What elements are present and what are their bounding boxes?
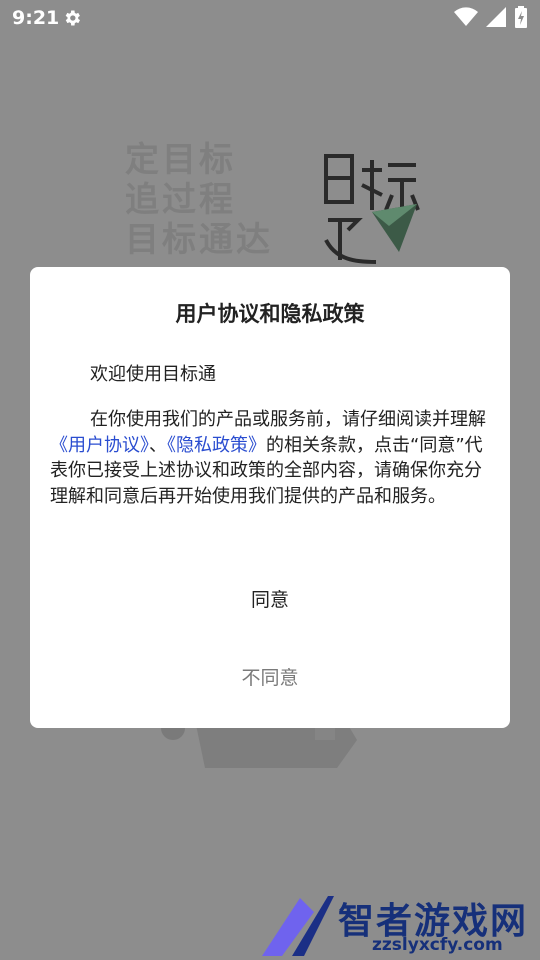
separator-text: 、	[149, 434, 167, 456]
agree-button[interactable]: 同意	[30, 575, 510, 625]
welcome-text: 欢迎使用目标通	[90, 364, 216, 385]
gear-icon	[65, 10, 80, 26]
dialog-title: 用户协议和隐私政策	[175, 302, 365, 326]
dialog-body: 在你使用我们的产品或服务前，请仔细阅读并理解《用户协议》、《隐私政策》的相关条款…	[50, 407, 492, 509]
user-agreement-link[interactable]: 《用户协议》	[50, 435, 149, 456]
app-logo	[324, 154, 420, 264]
splash-slogan: 定目标 追过程 目标通达	[125, 140, 273, 260]
body-text: 在你使用我们的产品或服务前，请仔细阅读并理解	[90, 409, 486, 430]
slogan-line: 目标通达	[125, 220, 273, 260]
disagree-button[interactable]: 不同意	[30, 653, 510, 703]
consent-dialog: 用户协议和隐私政策 欢迎使用目标通 在你使用我们的产品或服务前，请仔细阅读并理解…	[30, 267, 510, 728]
privacy-policy-link[interactable]: 《隐私政策》	[167, 435, 266, 456]
status-bar: 9:21	[0, 0, 540, 36]
battery-icon	[515, 6, 527, 28]
status-time: 9:21	[12, 7, 60, 29]
watermark-subtext: zzslyxcfy.com	[372, 935, 503, 955]
slogan-line: 追过程	[125, 180, 236, 220]
signal-icon	[486, 7, 506, 27]
slogan-line: 定目标	[125, 140, 236, 180]
wifi-icon	[454, 7, 478, 27]
